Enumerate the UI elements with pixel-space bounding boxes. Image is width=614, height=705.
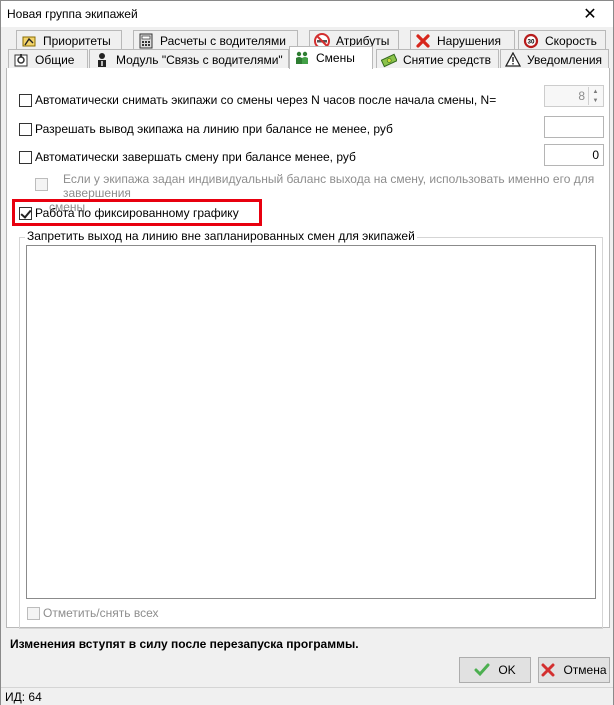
tab-shifts[interactable]: Смены — [289, 46, 373, 69]
speed-badge-text: 30 — [528, 38, 535, 45]
highlight-frame — [12, 199, 262, 226]
dialog-window: Новая группа экипажей ✕ Приоритеты Расче… — [0, 0, 614, 705]
close-button[interactable]: ✕ — [567, 1, 613, 27]
spinner-buttons[interactable]: ▲ ▼ — [588, 87, 602, 105]
individual-balance-label: Если у экипажа задан индивидуальный бала… — [35, 172, 605, 200]
priority-icon — [21, 33, 37, 49]
checkmark-icon — [474, 663, 490, 677]
tab-speed[interactable]: 30 Скорость — [518, 30, 606, 50]
crews-list[interactable] — [26, 245, 596, 599]
tab-notifications[interactable]: Уведомления — [500, 49, 609, 69]
tab-withdrawal[interactable]: Снятие средств — [376, 49, 499, 69]
allow-balance-label: Разрешать вывод экипажа на линию при бал… — [35, 122, 393, 136]
hours-n-value: 8 — [578, 89, 585, 103]
tab-label: Модуль "Связь с водителями" — [116, 52, 283, 67]
title-bar: Новая группа экипажей ✕ — [1, 1, 613, 27]
auto-remove-checkbox[interactable] — [19, 93, 32, 107]
toggle-all-row: Отметить/снять всех — [27, 606, 159, 620]
speed-limit-icon: 30 — [523, 33, 539, 49]
cancel-button[interactable]: Отмена — [538, 657, 610, 683]
tab-priorities[interactable]: Приоритеты — [16, 30, 122, 50]
min-balance-field[interactable] — [544, 116, 604, 138]
tab-driver-payments[interactable]: Расчеты с водителями — [133, 30, 298, 50]
window-title: Новая группа экипажей — [7, 7, 138, 21]
auto-remove-label: Автоматически снимать экипажи со смены ч… — [35, 93, 497, 107]
ok-label: OK — [498, 663, 516, 677]
calculator-icon — [138, 33, 154, 49]
money-icon — [381, 52, 397, 68]
tab-label: Общие — [35, 52, 75, 67]
toggle-all-checkbox[interactable] — [27, 606, 40, 620]
restart-notice: Изменения вступят в силу после перезапус… — [10, 637, 359, 651]
cancel-x-icon — [541, 663, 555, 677]
red-x-icon — [415, 33, 431, 49]
tab-label: Смены — [316, 51, 355, 65]
tab-violations[interactable]: Нарушения — [410, 30, 515, 50]
tab-label: Уведомления — [527, 52, 603, 67]
auto-finish-row: Автоматически завершать смену при баланс… — [19, 150, 356, 164]
tab-label: Приоритеты — [43, 33, 111, 48]
tab-driver-module[interactable]: Модуль "Связь с водителями" — [89, 49, 289, 69]
allow-balance-checkbox[interactable] — [19, 122, 32, 136]
settings-icon — [13, 52, 29, 68]
toggle-all-label: Отметить/снять всех — [43, 606, 159, 620]
warning-icon — [505, 51, 521, 68]
auto-finish-checkbox[interactable] — [19, 150, 32, 164]
hours-n-spinner[interactable]: 8 ▲ ▼ — [544, 85, 604, 107]
tab-label: Скорость — [545, 33, 597, 48]
ok-button[interactable]: OK — [459, 657, 531, 683]
cancel-label: Отмена — [563, 663, 607, 677]
spin-up-icon[interactable]: ▲ — [589, 87, 602, 96]
tab-label: Расчеты с водителями — [160, 33, 286, 48]
driver-icon — [94, 52, 110, 68]
tab-general[interactable]: Общие — [8, 49, 88, 69]
finish-balance-field[interactable]: 0 — [544, 144, 604, 166]
spin-down-icon[interactable]: ▼ — [589, 96, 602, 105]
individual-balance-checkbox[interactable] — [35, 178, 48, 191]
people-icon — [294, 50, 310, 66]
id-text: ИД: 64 — [5, 689, 42, 704]
tab-label: Снятие средств — [403, 52, 491, 67]
individual-balance-line1: Если у экипажа задан индивидуальный бала… — [63, 172, 595, 200]
tab-label: Нарушения — [437, 33, 502, 48]
auto-remove-row: Автоматически снимать экипажи со смены ч… — [19, 93, 496, 107]
auto-finish-label: Автоматически завершать смену при баланс… — [35, 150, 356, 164]
status-bar: ИД: 64 — [1, 687, 613, 705]
forbid-exit-group-label: Запретить выход на линию вне запланирова… — [25, 229, 417, 243]
allow-balance-row: Разрешать вывод экипажа на линию при бал… — [19, 122, 393, 136]
